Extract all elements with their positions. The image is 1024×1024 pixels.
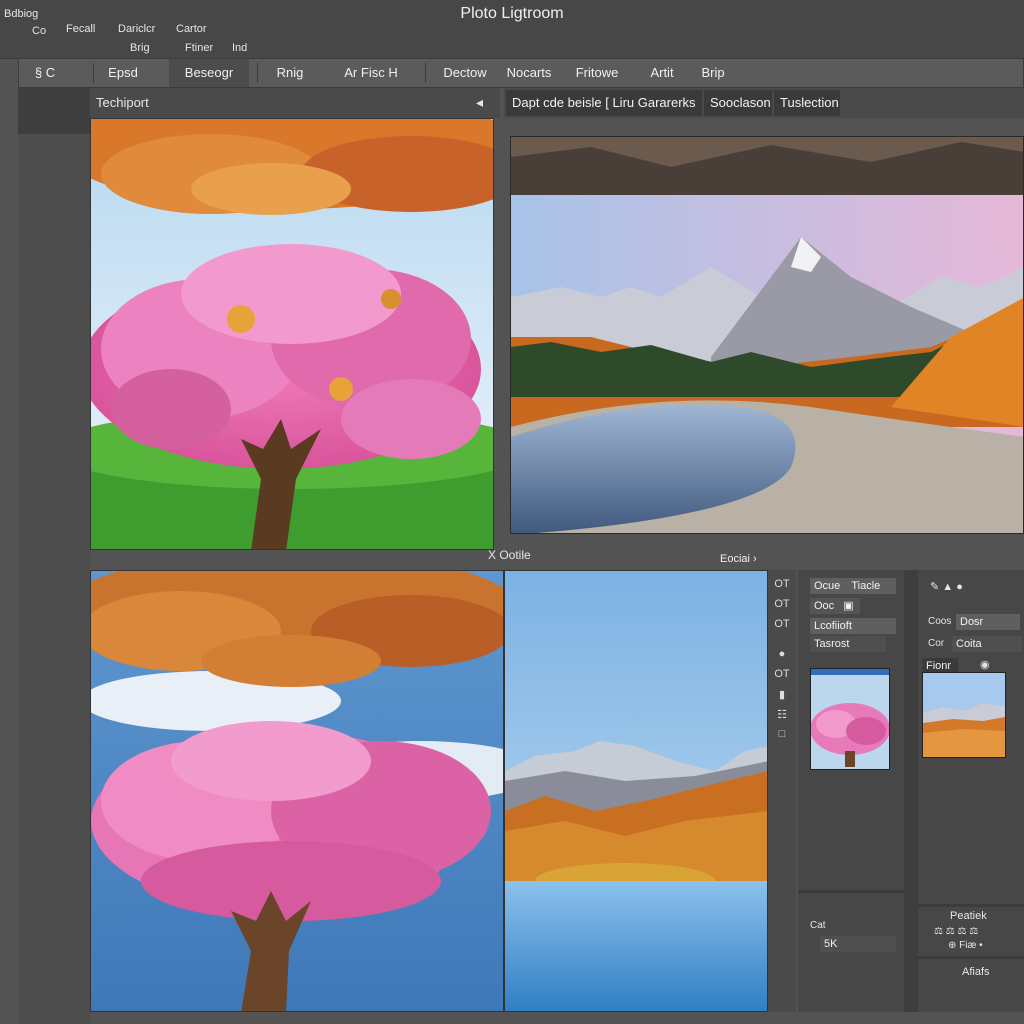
panel-divider [798,890,904,893]
panel-bottom-values-2: ⊕ Fiæ • [948,940,983,951]
toolbar-item[interactable]: Brip [691,59,735,87]
toolbar-item-active[interactable]: Beseogr [169,59,249,87]
crop-icon[interactable]: □ [774,728,790,740]
side-icon[interactable]: OT [774,618,790,630]
panel-field-value: Tiacle [851,580,881,592]
panel-bottom-values: ⚖ ⚖ ⚖ ⚖ [934,926,979,937]
social-overlay-label[interactable]: Eociai › [720,553,757,565]
side-icon[interactable]: OT [774,598,790,610]
menu-item[interactable]: Ind [232,42,247,54]
chat-icon[interactable]: ● [774,648,790,660]
info-panel: ✎ ▲ ● Coos Dosr Cor Coita Fionr ◉ Peatie… [918,570,1024,1012]
toolbar-item[interactable]: Nocarts [499,59,559,87]
toolbar-item[interactable]: Rnig [267,59,313,87]
tool-icons[interactable]: ✎ ▲ ● [930,580,963,593]
left-panel-title: Techiport [96,95,149,110]
app-title: Ploto Ligtroom [460,5,564,22]
panel-row-field[interactable]: Coita [952,636,1022,652]
panel-divider [918,956,1024,959]
side-icon[interactable]: OT [774,668,790,680]
menu-bar [0,40,1024,59]
panel-field[interactable]: Tasrost [810,636,886,652]
tab-collection[interactable]: Tuslection [774,90,840,116]
toolbar-item[interactable]: § C [25,59,65,87]
photo-mountain-reflection[interactable] [504,570,768,1012]
menu-item[interactable]: Dariclcr [118,23,155,35]
toolbar-divider [425,63,426,83]
photo-autumn-tree[interactable] [90,570,504,1012]
right-panel-header: Dapt cde beisle [ Liru Gararerks Sooclas… [504,88,1024,118]
adjust-panel: Ocue Tiacle Ooc ▣ Lcofiioft Tasrost Cat … [798,570,904,1012]
menu-item[interactable]: Ftiner [185,42,213,54]
left-panel-header: Techiport ◂ [90,88,500,118]
panel-field-label: Ooc [814,600,835,612]
tab-selection[interactable]: Sooclason [704,90,772,116]
panel-field-value: Tasrost [814,638,850,650]
panel-divider [918,904,1024,907]
panel-field-label: Ocue [814,580,841,592]
left-sidebar-header [18,88,90,134]
toolbar: § C Epsd Beseogr Rnig Ar Fisc H Dectow N… [18,58,1024,88]
side-icon[interactable]: OT [774,578,790,590]
toolbar-divider [93,63,94,83]
lock-icon: ▣ [843,600,854,612]
tool-strip: OT OT OT ● OT ▮ ☷ □ [768,570,796,1012]
panel-row-label: Cor [928,638,945,649]
toolbar-item[interactable]: Artit [639,59,685,87]
close-overlay-label[interactable]: X Ootile [488,548,531,562]
file-icon[interactable]: ▮ [774,688,790,701]
toolbar-item[interactable]: Ar Fisc H [337,59,405,87]
tab-details[interactable]: Dapt cde beisle [ Liru Gararerks [506,90,702,116]
panel-footer[interactable]: Afiafs [962,966,990,978]
menu-item[interactable]: Fecall [66,23,95,35]
photo-cherry-tree[interactable] [90,118,494,550]
menu-item[interactable]: Brig [130,42,150,54]
thumbnail-cherry[interactable] [810,668,890,770]
menu-item[interactable]: Bdbiog [4,8,38,20]
toolbar-item[interactable]: Epsd [101,59,145,87]
panel-bottom-field[interactable]: 5K [820,936,896,952]
photo-mountain-lake[interactable] [510,136,1024,534]
panel-bottom-title: Peatiek [950,910,987,922]
chevron-left-icon[interactable]: ◂ [476,94,483,111]
panel-row-label: Coos [928,616,952,627]
menu-item[interactable]: Cartor [176,23,207,35]
layers-icon[interactable]: ☷ [774,708,790,721]
panel-row-field[interactable]: Dosr [956,614,1020,630]
panel-bottom-label: Cat [810,920,826,931]
toolbar-item[interactable]: Fritowe [567,59,627,87]
camera-icon[interactable]: ◉ [980,658,990,671]
panel-field-value: Lcofiioft [814,620,852,632]
menu-item[interactable]: Co [32,25,46,37]
toolbar-divider [257,63,258,83]
panel-field[interactable]: Lcofiioft [810,618,896,634]
thumbnail-mountain[interactable] [922,672,1006,758]
panel-field[interactable]: Ooc ▣ [810,598,860,614]
toolbar-item[interactable]: Dectow [437,59,493,87]
panel-gutter [904,570,918,1012]
panel-field[interactable]: Ocue Tiacle [810,578,896,594]
left-sidebar [18,88,90,1024]
